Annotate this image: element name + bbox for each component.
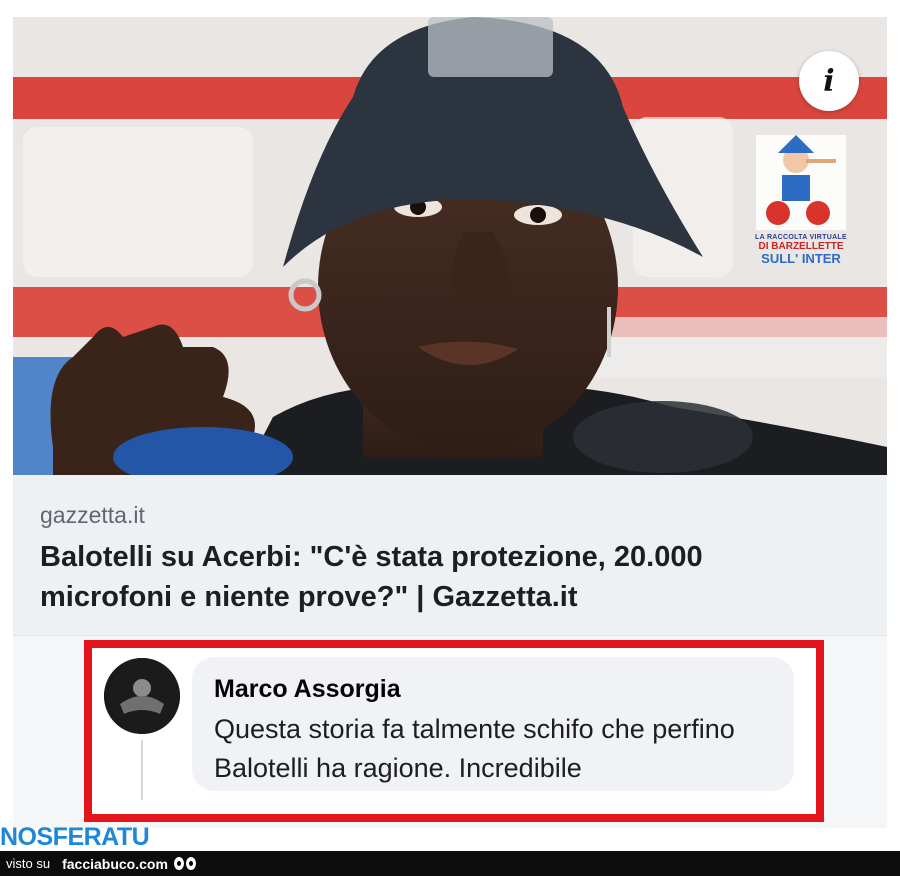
comment-text: Questa storia fa talmente schifo che per… xyxy=(214,714,735,783)
footer-bar: visto su facciabuco.com xyxy=(0,851,900,876)
avatar[interactable] xyxy=(104,658,180,734)
link-preview[interactable]: gazzetta.it Balotelli su Acerbi: "C'è st… xyxy=(13,475,887,635)
eyes-icon xyxy=(173,857,196,870)
thread-line xyxy=(141,740,143,800)
watermark-logo: LA RACCOLTA VIRTUALE DI BARZELLETTE SULL… xyxy=(741,135,861,285)
comment-author[interactable]: Marco Assorgia xyxy=(214,675,401,704)
footer-label: visto su xyxy=(6,856,51,871)
link-domain: gazzetta.it xyxy=(40,502,145,528)
eye-left-icon xyxy=(173,857,184,870)
link-title[interactable]: Balotelli su Acerbi: "C'è stata protezio… xyxy=(40,537,840,617)
watermark-line-1: LA RACCOLTA VIRTUALE xyxy=(755,234,847,241)
article-photo[interactable]: i LA RACCOLTA VIRTUALE DI BARZELLETTE SU… xyxy=(13,17,887,475)
eye-right-icon xyxy=(185,857,196,870)
brand-tag: NOSFERATU xyxy=(0,823,150,851)
watermark-line-3: SULL' INTER xyxy=(761,251,841,266)
pinocchio-icon xyxy=(756,135,846,230)
comment-bubble[interactable]: Marco Assorgia Questa storia fa talmente… xyxy=(192,657,794,791)
footer-site-link[interactable]: facciabuco.com xyxy=(62,856,168,872)
avatar-icon xyxy=(104,658,180,734)
info-icon[interactable]: i xyxy=(799,51,859,111)
